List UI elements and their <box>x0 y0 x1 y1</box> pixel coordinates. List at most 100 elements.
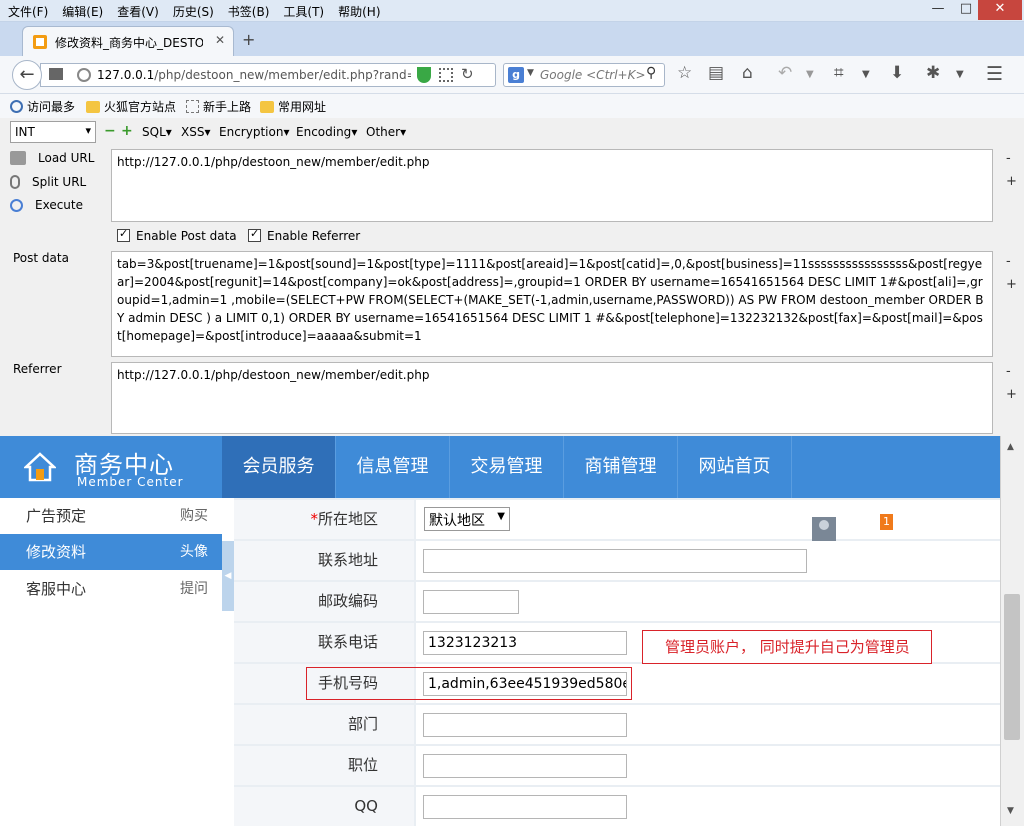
xss-menu[interactable]: XSS▾ <box>181 125 211 139</box>
address-input[interactable] <box>423 549 807 573</box>
decrease-button[interactable]: − <box>104 123 116 139</box>
bookmarks-toolbar: 访问最多 火狐官方站点 新手上路 常用网址 <box>0 94 1024 118</box>
engine-dropdown-icon[interactable]: ▼ <box>527 68 534 78</box>
bookmark-most-visited[interactable]: 访问最多 <box>10 98 75 115</box>
reload-icon[interactable]: ↻ <box>461 65 474 83</box>
execute-button[interactable]: Execute <box>10 198 83 212</box>
menu-view[interactable]: 查看(V) <box>117 3 159 20</box>
most-visited-icon <box>10 100 23 113</box>
dropdown-icon[interactable]: ▼ <box>862 69 870 80</box>
shield-icon[interactable] <box>417 67 431 83</box>
home-icon[interactable]: ⌂ <box>742 63 753 83</box>
encoding-menu[interactable]: Encoding▾ <box>296 125 357 139</box>
reading-list-icon[interactable]: ▤ <box>708 63 724 83</box>
dropdown-icon[interactable]: ▼ <box>806 69 814 80</box>
region-select[interactable]: 默认地区 ▼ <box>424 507 510 531</box>
notification-badge[interactable]: 1 <box>880 514 893 530</box>
referrer-textarea[interactable]: http://127.0.0.1/php/destoon_new/member/… <box>111 362 993 434</box>
minimize-button[interactable]: — <box>924 0 952 20</box>
load-url-button[interactable]: Load URL <box>10 151 94 165</box>
post-expand-button[interactable]: + <box>1006 277 1017 292</box>
qr-code-icon[interactable] <box>439 68 453 82</box>
post-data-textarea[interactable]: tab=3&post[truename]=1&post[sound]=1&pos… <box>111 251 993 357</box>
sidebar-link-avatar[interactable]: 头像 <box>180 534 208 570</box>
sql-menu[interactable]: SQL▾ <box>142 125 172 139</box>
page-scrollbar[interactable]: ▲ ▼ <box>1000 436 1024 826</box>
back-button[interactable]: ← <box>12 60 42 90</box>
address-label: 联系地址 <box>234 541 414 580</box>
referrer-expand-button[interactable]: + <box>1006 387 1017 402</box>
member-center-subtitle: Member Center <box>77 475 184 489</box>
sidebar-collapse-icon[interactable]: ◀ <box>222 541 234 611</box>
close-window-button[interactable]: ✕ <box>978 0 1022 20</box>
checkbox-checked-icon <box>117 227 130 242</box>
bookmark-star-icon[interactable]: ☆ <box>677 63 692 83</box>
search-bar[interactable]: g ▼ Google <Ctrl+K> ⚲ <box>503 63 665 87</box>
tab-close-icon[interactable]: ✕ <box>215 33 225 47</box>
nav-member-service[interactable]: 会员服务 <box>222 436 336 498</box>
scroll-down-icon[interactable]: ▼ <box>1007 806 1014 816</box>
menu-file[interactable]: 文件(F) <box>8 3 48 20</box>
type-select[interactable]: INT ▾ <box>10 121 96 143</box>
position-row: 职位 <box>234 746 1000 785</box>
postcode-input[interactable] <box>423 590 519 614</box>
referrer-shrink-button[interactable]: - <box>1006 364 1011 379</box>
sidebar-item-edit-profile[interactable]: 修改资料 头像 <box>0 534 222 570</box>
user-avatar[interactable] <box>812 517 836 541</box>
menu-tools[interactable]: 工具(T) <box>283 3 324 20</box>
menu-bookmarks[interactable]: 书签(B) <box>228 3 270 20</box>
encryption-menu[interactable]: Encryption▾ <box>219 125 289 139</box>
telephone-label: 联系电话 <box>234 623 414 662</box>
increase-button[interactable]: + <box>121 123 133 139</box>
bookmark-common-sites[interactable]: 常用网址 <box>260 98 326 115</box>
search-icon[interactable]: ⚲ <box>646 65 656 81</box>
scroll-up-icon[interactable]: ▲ <box>1007 442 1014 452</box>
enable-referrer-checkbox[interactable]: Enable Referrer <box>248 227 360 243</box>
qq-input[interactable] <box>423 795 627 819</box>
maximize-button[interactable]: □ <box>952 0 980 20</box>
department-input[interactable] <box>423 713 627 737</box>
nav-site-home[interactable]: 网站首页 <box>678 436 792 498</box>
nav-shop-management[interactable]: 商铺管理 <box>564 436 678 498</box>
position-label: 职位 <box>234 746 414 785</box>
sidebar-item-ad-booking[interactable]: 广告预定 购买 <box>0 498 222 534</box>
sidebar-item-service-center[interactable]: 客服中心 提问 <box>0 571 222 607</box>
download-icon[interactable]: ⬇ <box>890 63 904 83</box>
menu-edit[interactable]: 编辑(E) <box>62 3 103 20</box>
google-engine-icon[interactable]: g <box>508 67 524 83</box>
checkbox-checked-icon <box>248 227 261 242</box>
split-url-button[interactable]: Split URL <box>10 175 86 189</box>
bookmark-firefox-site[interactable]: 火狐官方站点 <box>86 98 176 115</box>
firebug-icon[interactable]: ✱ <box>926 63 940 83</box>
menu-history[interactable]: 历史(S) <box>173 3 214 20</box>
nav-info-management[interactable]: 信息管理 <box>336 436 450 498</box>
telephone-input[interactable]: 1323123213 <box>423 631 627 655</box>
site-identity-icon[interactable] <box>77 68 91 82</box>
position-input[interactable] <box>423 754 627 778</box>
menu-help[interactable]: 帮助(H) <box>338 3 380 20</box>
sidebar-link-ask[interactable]: 提问 <box>180 571 208 607</box>
undo-icon[interactable]: ↶ <box>778 63 792 83</box>
address-url[interactable]: 127.0.0.1/php/destoon_new/member/edit.ph… <box>97 68 411 82</box>
address-bar[interactable]: 127.0.0.1/php/destoon_new/member/edit.ph… <box>40 63 496 87</box>
nav-trade-management[interactable]: 交易管理 <box>450 436 564 498</box>
url-textarea[interactable]: http://127.0.0.1/php/destoon_new/member/… <box>111 149 993 222</box>
tab-edit-profile[interactable]: 修改资料_商务中心_DESTOO... ✕ <box>22 26 234 56</box>
hamburger-menu-icon[interactable]: ☰ <box>986 63 1003 85</box>
postcode-row: 邮政编码 <box>234 582 1000 621</box>
sidebar-link-buy[interactable]: 购买 <box>180 498 208 534</box>
crop-icon[interactable]: ⌗ <box>834 63 844 83</box>
url-expand-button[interactable]: + <box>1006 174 1017 189</box>
post-shrink-button[interactable]: - <box>1006 254 1011 269</box>
library-icon[interactable] <box>49 68 63 80</box>
other-menu[interactable]: Other▾ <box>366 125 406 139</box>
bookmark-getting-started[interactable]: 新手上路 <box>186 98 251 115</box>
address-path: /php/destoon_new/member/edit.php?rand=5 <box>154 68 411 82</box>
new-tab-button[interactable]: + <box>242 30 255 49</box>
url-shrink-button[interactable]: - <box>1006 151 1011 166</box>
address-row: 联系地址 <box>234 541 1000 580</box>
dropdown-icon[interactable]: ▼ <box>956 69 964 80</box>
enable-post-checkbox[interactable]: Enable Post data <box>117 227 237 243</box>
scrollbar-thumb[interactable] <box>1004 594 1020 740</box>
referrer-label: Referrer <box>13 362 62 376</box>
